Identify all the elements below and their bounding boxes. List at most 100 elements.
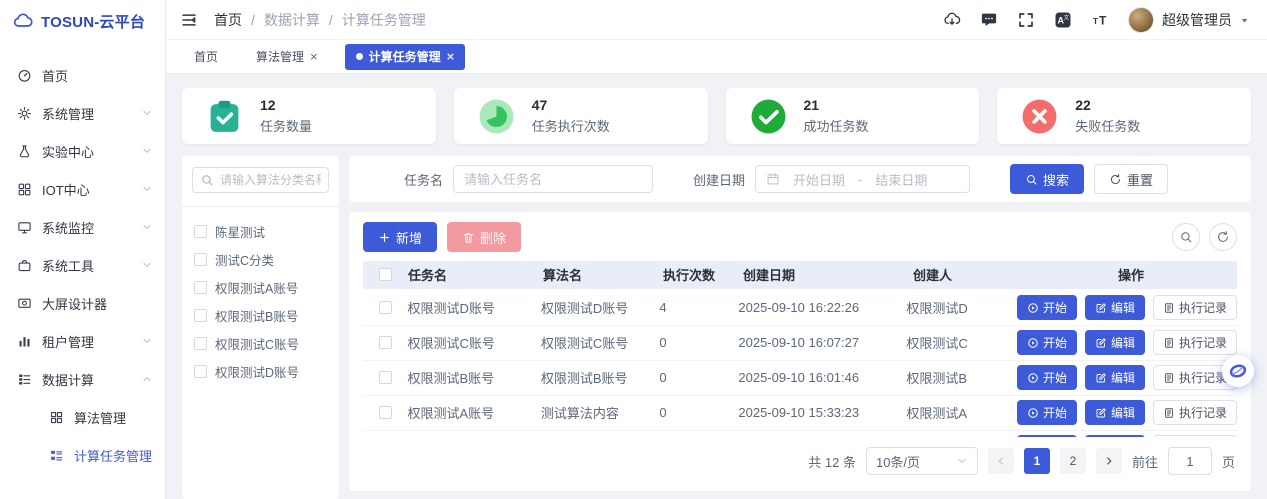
cloud-download-icon[interactable] [943, 11, 961, 29]
tab[interactable]: 计算任务管理 × [345, 44, 466, 70]
next-page-button[interactable] [1096, 448, 1122, 474]
stat-value: 22 [1075, 97, 1140, 113]
category-option-label: 权限测试D账号 [215, 362, 299, 381]
sidebar: TOSUN-云平台 首页 系统管理 实验中心 [0, 0, 166, 499]
cell-run-count: 0 [659, 335, 738, 350]
sidebar-item[interactable]: 数据计算 [0, 360, 165, 398]
close-icon[interactable]: × [310, 50, 318, 63]
edit-button[interactable]: 编辑 [1085, 365, 1145, 390]
checkbox[interactable] [194, 253, 207, 266]
play-circle-icon [1027, 337, 1039, 349]
checkbox[interactable] [194, 337, 207, 350]
row-checkbox[interactable] [379, 406, 392, 419]
sidebar-item[interactable]: 实验中心 [0, 132, 165, 170]
start-button[interactable]: 开始 [1017, 365, 1077, 390]
stat-cards: 12 任务数量 47 任务执行次数 21 成功任 [182, 88, 1251, 144]
breadcrumb-item[interactable]: 计算任务管理 [342, 10, 426, 30]
edit-button[interactable]: 编辑 [1085, 330, 1145, 355]
assistant-floating-button[interactable] [1222, 355, 1254, 387]
category-option[interactable]: 权限测试A账号 [194, 278, 329, 297]
category-option-label: 权限测试A账号 [215, 278, 298, 297]
select-all-checkbox[interactable] [379, 268, 392, 281]
add-button[interactable]: 新增 [363, 222, 437, 252]
checkbox[interactable] [194, 225, 207, 238]
sidebar-item[interactable]: 首页 [0, 56, 165, 94]
execution-records-button[interactable]: 执行记录 [1153, 295, 1237, 320]
edit-button[interactable]: 编辑 [1085, 400, 1145, 425]
collapse-menu-icon[interactable] [180, 11, 198, 29]
stat-value: 21 [804, 97, 869, 113]
category-option[interactable]: 权限测试D账号 [194, 362, 329, 381]
start-button[interactable]: 开始 [1017, 330, 1077, 355]
pagination: 共 12 条 10条/页 1 2 前往 [363, 437, 1237, 481]
start-button[interactable]: 开始 [1017, 400, 1077, 425]
checkbox[interactable] [194, 281, 207, 294]
date-separator: - [858, 172, 862, 187]
cell-creator: 权限测试D [906, 298, 1017, 317]
sidebar-item[interactable]: 大屏设计器 [0, 284, 165, 322]
refresh-icon [1109, 173, 1122, 186]
sidebar-item[interactable]: IOT中心 [0, 170, 165, 208]
translate-icon[interactable]: A文 [1054, 11, 1072, 29]
row-checkbox[interactable] [379, 336, 392, 349]
page-size-select[interactable]: 10条/页 [866, 447, 978, 475]
column-task-name: 任务名 [408, 265, 543, 284]
calendar-icon [766, 172, 780, 186]
stat-card: 47 任务执行次数 [454, 88, 708, 144]
task-name-input[interactable] [453, 165, 653, 193]
start-button[interactable]: 开始 [1017, 295, 1077, 320]
active-tab-dot [356, 53, 363, 60]
breadcrumb-item[interactable]: 数据计算 [264, 10, 320, 30]
category-search-input[interactable] [220, 173, 321, 187]
page-number-button[interactable]: 2 [1060, 448, 1086, 474]
cell-creator: 权限测试B [906, 368, 1017, 387]
sidebar-item[interactable]: 系统管理 [0, 94, 165, 132]
app-title: TOSUN-云平台 [41, 11, 145, 32]
category-option[interactable]: 权限测试C账号 [194, 334, 329, 353]
app-logo[interactable]: TOSUN-云平台 [0, 0, 165, 42]
search-button[interactable]: 搜索 [1010, 164, 1084, 194]
execution-records-button[interactable]: 执行记录 [1153, 330, 1237, 355]
data-compute-icon [17, 372, 32, 387]
category-option[interactable]: 陈星测试 [194, 222, 329, 241]
delete-button[interactable]: 删除 [447, 222, 521, 252]
table-body: 权限测试D账号 权限测试D账号 4 2025-09-10 16:22:26 权限… [363, 291, 1237, 437]
message-icon[interactable] [980, 11, 998, 29]
font-size-icon[interactable]: TT [1091, 11, 1109, 29]
search-icon [1025, 173, 1038, 186]
checkbox[interactable] [194, 365, 207, 378]
fullscreen-icon[interactable] [1017, 11, 1035, 29]
task-list-icon [49, 448, 64, 463]
sidebar-item[interactable]: 算法管理 [0, 398, 165, 436]
close-icon[interactable]: × [447, 50, 455, 63]
execution-records-button[interactable]: 执行记录 [1153, 400, 1237, 425]
table-search-button[interactable] [1172, 223, 1200, 251]
breadcrumb: 首页 / 数据计算 / 计算任务管理 [214, 10, 426, 30]
checkbox[interactable] [194, 309, 207, 322]
prev-page-button[interactable] [988, 448, 1014, 474]
breadcrumb-item[interactable]: 首页 [214, 10, 242, 30]
date-range-picker[interactable]: 开始日期 - 结束日期 [755, 165, 970, 193]
row-checkbox[interactable] [379, 301, 392, 314]
table-refresh-button[interactable] [1209, 223, 1237, 251]
sidebar-item[interactable]: 系统工具 [0, 246, 165, 284]
fail-cross-icon [1021, 98, 1058, 135]
page-number-button[interactable]: 1 [1024, 448, 1050, 474]
category-option[interactable]: 测试C分类 [194, 250, 329, 269]
row-checkbox[interactable] [379, 371, 392, 384]
user-menu[interactable]: 超级管理员 [1128, 7, 1249, 33]
sidebar-item[interactable]: 计算任务管理 [0, 436, 165, 474]
edit-button[interactable]: 编辑 [1085, 295, 1145, 320]
sidebar-item[interactable]: 系统监控 [0, 208, 165, 246]
category-option[interactable]: 权限测试B账号 [194, 306, 329, 325]
tab-label: 算法管理 [256, 48, 304, 65]
stat-label: 成功任务数 [804, 116, 869, 135]
sidebar-item[interactable]: 租户管理 [0, 322, 165, 360]
reset-button[interactable]: 重置 [1094, 164, 1168, 194]
topbar: 首页 / 数据计算 / 计算任务管理 A文 TT 超级管 [166, 0, 1267, 40]
goto-page-input[interactable] [1168, 447, 1212, 475]
column-creator: 创建人 [913, 265, 1025, 284]
tab[interactable]: 算法管理 × [245, 44, 329, 70]
tab[interactable]: 首页 [183, 44, 229, 70]
divider [182, 206, 339, 207]
